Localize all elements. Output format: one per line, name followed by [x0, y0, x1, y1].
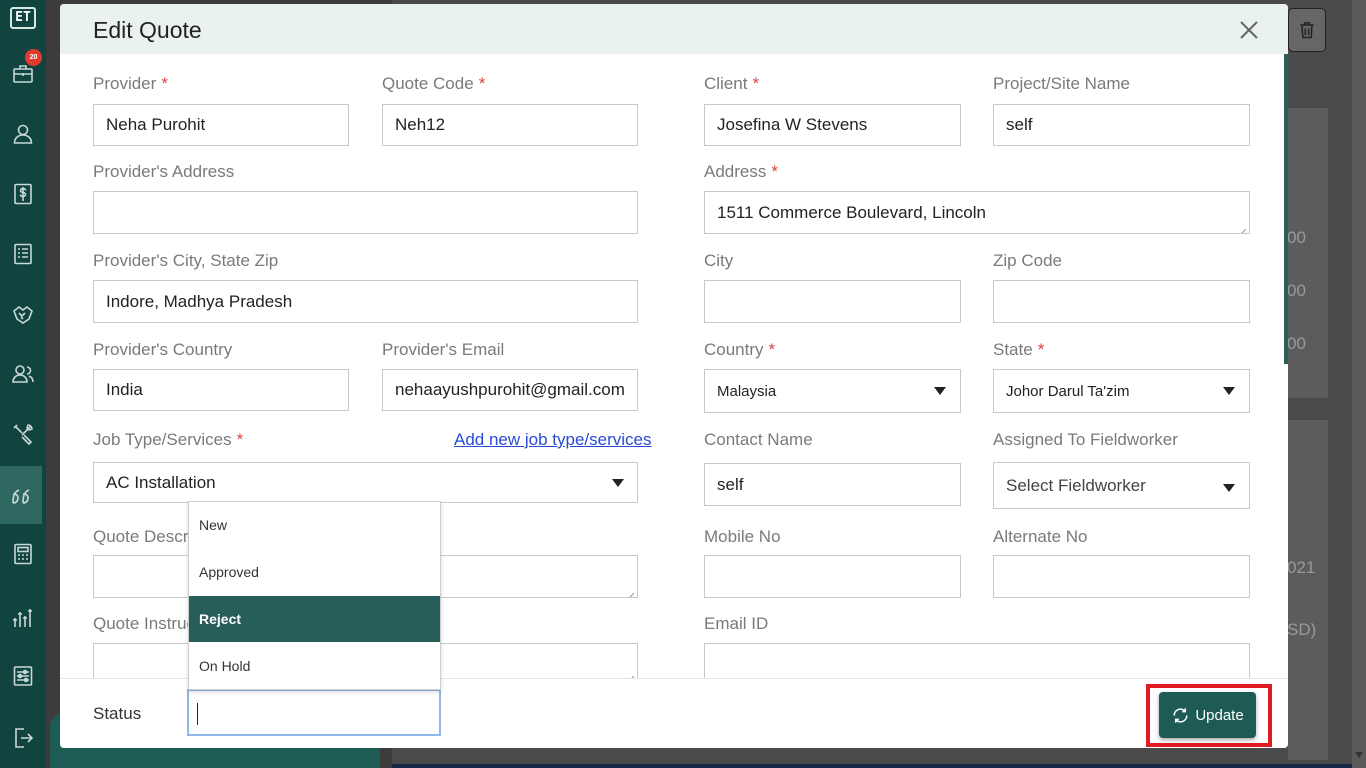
app-logo[interactable]: ET [10, 7, 36, 29]
sidebar: ET 20 [0, 0, 46, 768]
quote-instructions-label: Quote Instruc [93, 614, 196, 633]
country-value: Malaysia [717, 382, 777, 400]
resize-handle-icon[interactable] [625, 669, 635, 685]
job-type-value: AC Installation [106, 472, 216, 492]
background-card [1288, 108, 1328, 398]
background-text: 00 [1287, 281, 1306, 300]
address-label: Address * [704, 162, 778, 181]
provider-country-label: Provider's Country [93, 340, 233, 359]
scroll-down-arrow-icon[interactable] [1355, 752, 1363, 758]
quote-code-label: Quote Code * [382, 74, 486, 93]
settings-sliders-icon[interactable] [7, 660, 39, 692]
add-job-type-link[interactable]: Add new job type/services [454, 430, 652, 450]
chevron-down-icon [612, 478, 624, 487]
dollar-icon[interactable] [7, 178, 39, 210]
contact-name-label: Contact Name [704, 430, 813, 449]
provider-email-input[interactable]: nehaayushpurohit@gmail.com [382, 369, 638, 411]
chevron-down-icon [1223, 387, 1235, 395]
job-type-select[interactable]: AC Installation [93, 462, 638, 503]
chevron-down-icon [1223, 483, 1235, 492]
quote-description-label: Quote Descrip [93, 527, 202, 546]
background-text: SD) [1287, 620, 1317, 639]
provider-city-input[interactable]: Indore, Madhya Pradesh [93, 280, 638, 323]
client-input[interactable]: Josefina W Stevens [704, 104, 961, 146]
city-input[interactable] [704, 280, 961, 323]
quote-code-input[interactable]: Neh12 [382, 104, 638, 146]
project-site-label: Project/Site Name [993, 74, 1130, 93]
edit-quote-modal: Edit Quote Provider * Neha Purohit Quote … [60, 4, 1288, 748]
mobile-label: Mobile No [704, 527, 781, 546]
provider-city-label: Provider's City, State Zip [93, 251, 279, 270]
client-label: Client * [704, 74, 760, 93]
trash-icon[interactable] [1288, 8, 1326, 52]
status-label: Status [93, 704, 142, 723]
status-input[interactable] [187, 689, 441, 736]
fieldworker-select[interactable]: Select Fieldworker [993, 462, 1250, 509]
status-option-new[interactable]: New [189, 502, 440, 548]
provider-input[interactable]: Neha Purohit [93, 104, 349, 146]
contact-name-input[interactable]: self [704, 463, 961, 506]
update-button[interactable]: Update [1159, 692, 1256, 738]
quotes-icon[interactable] [0, 466, 42, 524]
country-select[interactable]: Malaysia [704, 369, 961, 413]
background-card [1288, 420, 1328, 760]
provider-email-label: Provider's Email [382, 340, 505, 359]
background-text: 00 [1287, 228, 1306, 247]
fieldworker-label: Assigned To Fieldworker [993, 430, 1178, 449]
resize-handle-icon[interactable] [626, 586, 635, 597]
project-site-input[interactable]: self [993, 104, 1250, 146]
background-text: 00 [1287, 334, 1306, 353]
address-value: 1511 Commerce Boulevard, Lincoln [717, 202, 986, 222]
provider-address-label: Provider's Address [93, 162, 235, 181]
background-text: 021 [1287, 558, 1316, 577]
tools-icon[interactable] [7, 418, 39, 450]
address-textarea[interactable]: 1511 Commerce Boulevard, Lincoln [704, 191, 1250, 234]
mobile-input[interactable] [704, 555, 961, 598]
state-select[interactable]: Johor Darul Ta'zim [993, 369, 1250, 413]
resize-handle-icon[interactable] [1238, 222, 1247, 233]
text-cursor [197, 703, 198, 725]
handshake-icon[interactable] [7, 298, 39, 330]
list-icon[interactable] [7, 238, 39, 270]
modal-header: Edit Quote [60, 4, 1288, 54]
user-icon[interactable] [7, 118, 39, 150]
state-label: State * [993, 340, 1045, 359]
job-type-label: Job Type/Services * [93, 430, 244, 449]
provider-country-input[interactable]: India [93, 369, 349, 411]
fieldworker-value: Select Fieldworker [1006, 475, 1146, 495]
provider-address-input[interactable] [93, 191, 638, 234]
alternate-label: Alternate No [993, 527, 1088, 546]
modal-scrollbar[interactable] [1284, 54, 1288, 364]
logout-icon[interactable] [7, 722, 39, 754]
email-label: Email ID [704, 614, 769, 633]
country-label: Country * [704, 340, 776, 359]
status-option-on-hold[interactable]: On Hold [189, 643, 440, 689]
users-icon[interactable] [7, 358, 39, 390]
alternate-input[interactable] [993, 555, 1250, 598]
city-label: City [704, 251, 734, 270]
modal-title: Edit Quote [93, 17, 202, 43]
calculator-icon[interactable] [7, 538, 39, 570]
update-label: Update [1195, 706, 1244, 724]
provider-label: Provider * [93, 74, 168, 93]
page-scrollbar[interactable] [1352, 0, 1366, 768]
notification-badge: 20 [25, 49, 42, 66]
status-option-approved[interactable]: Approved [189, 549, 440, 595]
status-dropdown: New Approved Reject On Hold [188, 501, 441, 690]
bar-chart-icon[interactable] [7, 602, 39, 634]
zip-code-input[interactable] [993, 280, 1250, 323]
refresh-icon [1173, 707, 1188, 723]
chevron-down-icon [934, 387, 946, 395]
background-bar [392, 764, 1352, 768]
status-option-reject[interactable]: Reject [189, 596, 440, 642]
zip-code-label: Zip Code [993, 251, 1062, 270]
close-icon[interactable] [1236, 17, 1262, 43]
state-value: Johor Darul Ta'zim [1006, 382, 1130, 400]
